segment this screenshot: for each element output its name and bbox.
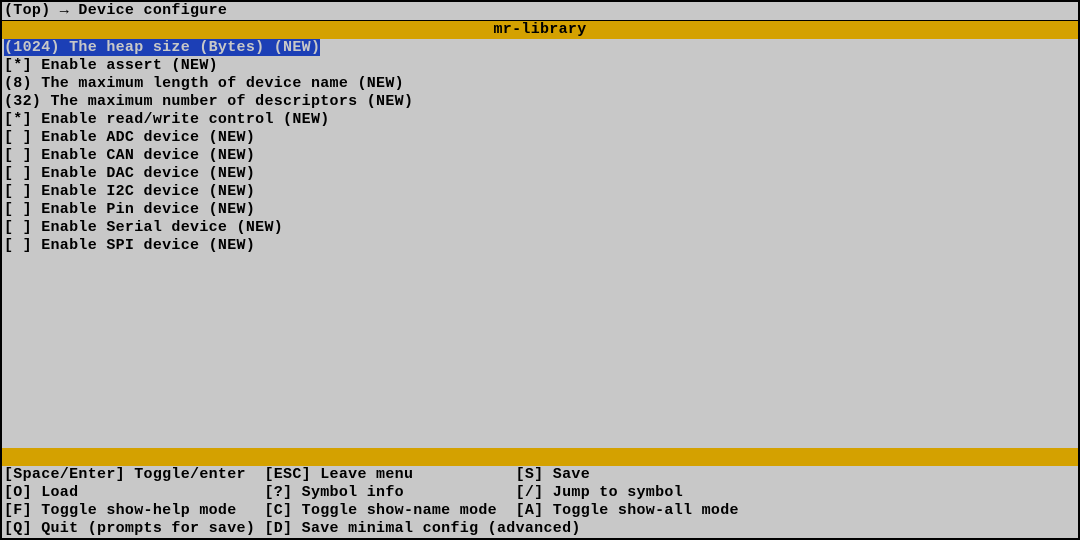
page-title: mr-library: [2, 21, 1078, 39]
help-bar: [Space/Enter] Toggle/enter [ESC] Leave m…: [2, 466, 1078, 538]
help-line: [Space/Enter] Toggle/enter [ESC] Leave m…: [2, 466, 1078, 484]
menu-item-label: (32) The maximum number of descriptors (…: [4, 93, 413, 110]
menu-item-label: [ ] Enable Pin device (NEW): [4, 201, 255, 218]
help-line: [F] Toggle show-help mode [C] Toggle sho…: [2, 502, 1078, 520]
menu-item[interactable]: [ ] Enable ADC device (NEW): [2, 129, 1078, 147]
menu-item[interactable]: (1024) The heap size (Bytes) (NEW): [2, 39, 1078, 57]
menu-list: (1024) The heap size (Bytes) (NEW)[*] En…: [2, 39, 1078, 448]
menu-item[interactable]: [*] Enable assert (NEW): [2, 57, 1078, 75]
menu-item-label: [*] Enable read/write control (NEW): [4, 111, 330, 128]
help-line: [Q] Quit (prompts for save) [D] Save min…: [2, 520, 1078, 538]
menu-item[interactable]: [*] Enable read/write control (NEW): [2, 111, 1078, 129]
menu-item[interactable]: (8) The maximum length of device name (N…: [2, 75, 1078, 93]
menu-item[interactable]: [ ] Enable SPI device (NEW): [2, 237, 1078, 255]
menu-item-label: (1024) The heap size (Bytes) (NEW): [4, 39, 320, 56]
menu-item-label: (8) The maximum length of device name (N…: [4, 75, 404, 92]
menu-item-label: [ ] Enable Serial device (NEW): [4, 219, 283, 236]
menu-item-label: [ ] Enable SPI device (NEW): [4, 237, 255, 254]
menu-item-label: [ ] Enable ADC device (NEW): [4, 129, 255, 146]
menu-item-label: [ ] Enable I2C device (NEW): [4, 183, 255, 200]
menu-item-label: [ ] Enable DAC device (NEW): [4, 165, 255, 182]
help-line: [O] Load [?] Symbol info [/] Jump to sym…: [2, 484, 1078, 502]
menu-item[interactable]: [ ] Enable CAN device (NEW): [2, 147, 1078, 165]
menu-item[interactable]: [ ] Enable DAC device (NEW): [2, 165, 1078, 183]
separator-bar: [2, 448, 1078, 466]
menu-item-label: [ ] Enable CAN device (NEW): [4, 147, 255, 164]
menu-item[interactable]: (32) The maximum number of descriptors (…: [2, 93, 1078, 111]
menu-item[interactable]: [ ] Enable Pin device (NEW): [2, 201, 1078, 219]
menu-item-label: [*] Enable assert (NEW): [4, 57, 218, 74]
breadcrumb: (Top) → Device configure: [2, 2, 1078, 21]
menu-item[interactable]: [ ] Enable I2C device (NEW): [2, 183, 1078, 201]
menu-item[interactable]: [ ] Enable Serial device (NEW): [2, 219, 1078, 237]
terminal-window: (Top) → Device configure mr-library (102…: [0, 0, 1080, 540]
